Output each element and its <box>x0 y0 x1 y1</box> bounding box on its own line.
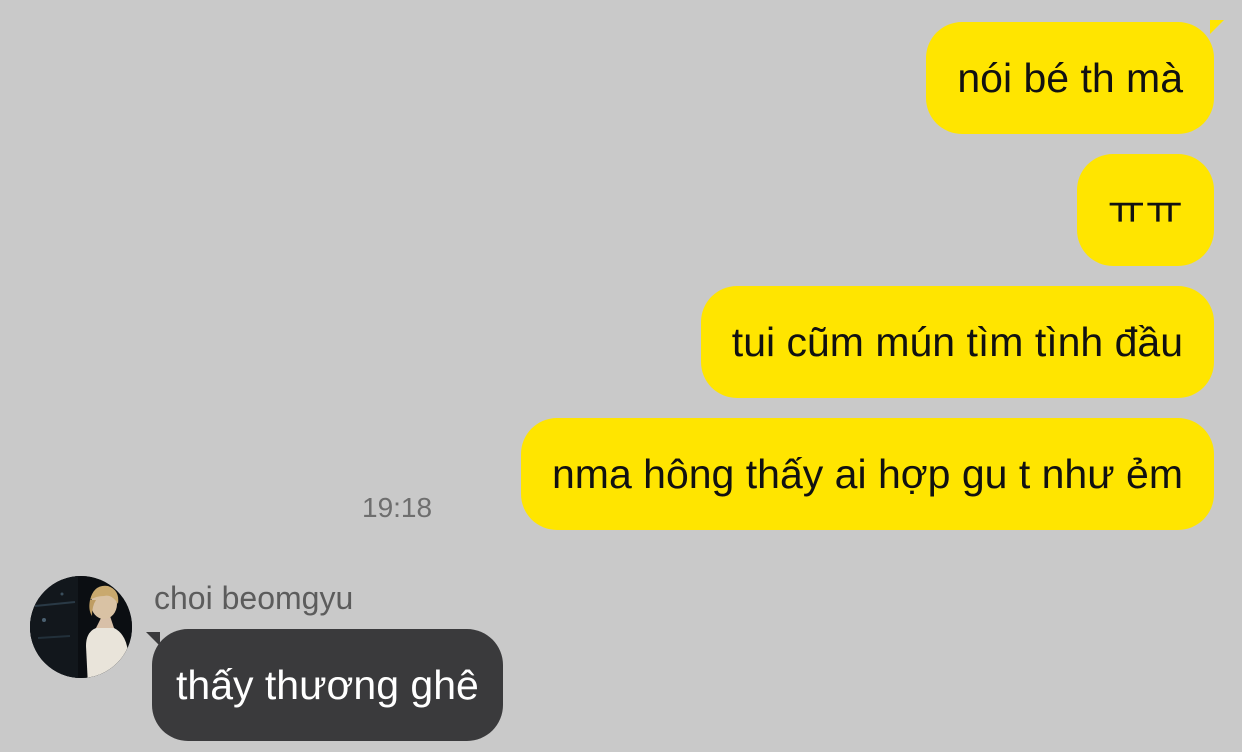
avatar[interactable] <box>30 576 132 678</box>
message-timestamp: 19:18 <box>362 492 433 523</box>
message-text: tui cũm mún tìm tình đầu <box>731 318 1183 365</box>
sent-bubble-tail <box>1210 20 1224 34</box>
sent-message[interactable]: tui cũm mún tìm tình đầu <box>700 286 1214 398</box>
message-text: nma hông thấy ai hợp gu t như ẻm <box>552 450 1183 497</box>
message-text: nói bé th mà <box>957 54 1183 101</box>
sent-message[interactable]: nói bé th mà <box>926 22 1214 134</box>
sent-message[interactable]: nma hông thấy ai hợp gu t như ẻm <box>521 418 1214 530</box>
message-text: ㅠㅠ <box>1107 186 1183 233</box>
profile-photo-icon <box>30 576 132 678</box>
message-text: thấy thương ghê <box>176 661 479 708</box>
sent-message[interactable]: ㅠㅠ <box>1076 154 1214 266</box>
received-message[interactable]: thấy thương ghê <box>152 629 503 741</box>
sender-name: choi beomgyu <box>154 580 354 616</box>
